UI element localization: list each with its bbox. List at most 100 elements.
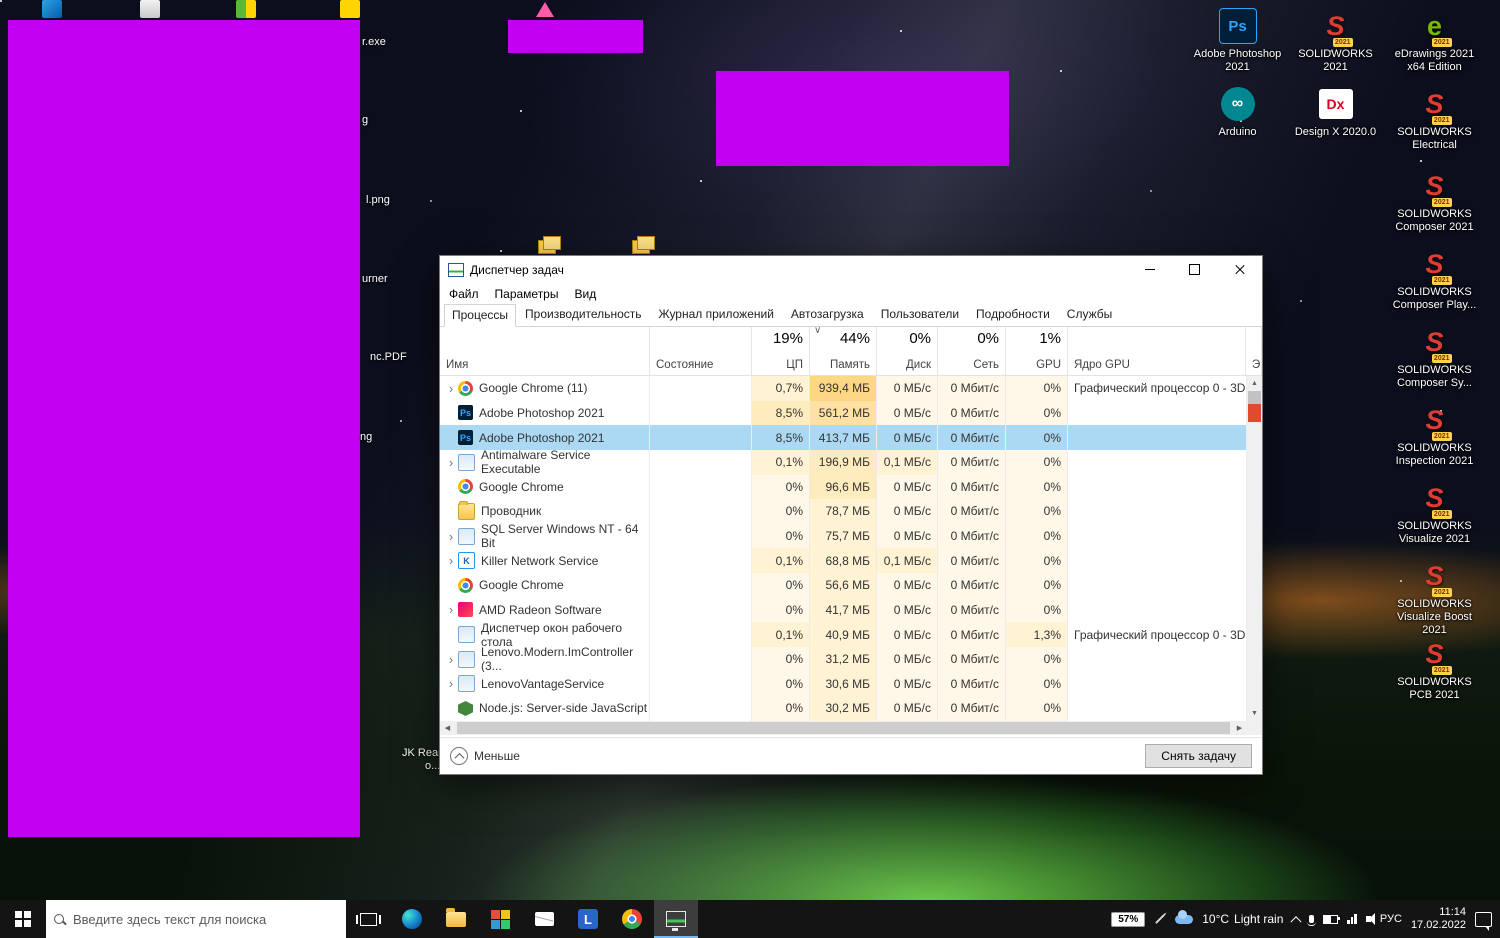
taskbar-chrome[interactable] — [610, 900, 654, 938]
taskbar-task-manager[interactable] — [654, 900, 698, 938]
taskbar-search[interactable] — [46, 900, 346, 938]
process-name-cell[interactable]: › SQL Server Windows NT - 64 Bit — [440, 523, 650, 549]
menu-view[interactable]: Вид — [574, 287, 596, 301]
process-row[interactable]: › Google Chrome (11) 0,7% 939,4 МБ 0 МБ/… — [440, 376, 1247, 401]
volume-icon[interactable] — [1365, 913, 1375, 925]
desktop-icon-designx[interactable]: Dx Design X 2020.0 — [1288, 84, 1383, 139]
process-name-cell[interactable]: › LenovoVantageService — [440, 671, 650, 697]
process-row[interactable]: › LenovoVantageService 0% 30,6 МБ 0 МБ/с… — [440, 671, 1247, 697]
search-input[interactable] — [71, 910, 338, 928]
top-desktop-icon-4[interactable] — [340, 0, 360, 18]
process-name-cell[interactable]: Диспетчер окон рабочего стола — [440, 622, 650, 647]
end-task-button[interactable]: Снять задачу — [1145, 744, 1252, 768]
process-row[interactable]: Google Chrome 0% 96,6 МБ 0 МБ/с 0 Мбит/с… — [440, 474, 1247, 500]
process-row[interactable]: › K Killer Network Service 0,1% 68,8 МБ … — [440, 548, 1247, 573]
menu-options[interactable]: Параметры — [495, 287, 559, 301]
tab-users[interactable]: Пользователи — [873, 303, 967, 326]
desktop-icon-solidworks[interactable]: S 2021 SOLIDWORKS 2021 — [1288, 6, 1383, 74]
minimize-button[interactable] — [1127, 256, 1172, 283]
menu-file[interactable]: Файл — [449, 287, 479, 301]
expand-arrow-icon[interactable]: › — [444, 381, 458, 396]
pen-icon[interactable] — [1155, 914, 1166, 924]
desktop-icon-edrawings[interactable]: e 2021 eDrawings 2021 x64 Edition — [1387, 6, 1482, 74]
column-header-name[interactable]: Имя — [440, 327, 650, 375]
column-header-power-cut[interactable]: Э — [1246, 327, 1262, 375]
taskbar-lenovo-vantage[interactable]: L — [566, 900, 610, 938]
expand-arrow-icon[interactable]: › — [444, 553, 458, 568]
scroll-left-icon[interactable]: ◀ — [440, 721, 455, 735]
scroll-up-icon[interactable]: ▲ — [1247, 376, 1262, 391]
vertical-scrollbar[interactable]: ▲ ▼ — [1247, 376, 1262, 721]
process-row[interactable]: › Antimalware Service Executable 0,1% 19… — [440, 449, 1247, 475]
tray-chevron-up-icon[interactable] — [1290, 916, 1303, 928]
maximize-button[interactable] — [1172, 256, 1217, 283]
column-header-network[interactable]: 0% Сеть — [938, 327, 1006, 375]
tab-app-history[interactable]: Журнал приложений — [651, 303, 782, 326]
start-button[interactable] — [0, 900, 46, 938]
column-header-memory[interactable]: ∨ 44% Память — [810, 325, 877, 375]
desktop-icon-arduino[interactable]: ∞ Arduino — [1190, 84, 1285, 139]
process-name-cell[interactable]: Node.js: Server-side JavaScript — [440, 696, 650, 721]
tab-details[interactable]: Подробности — [968, 303, 1058, 326]
desktop-icon-photoshop[interactable]: Ps Adobe Photoshop 2021 — [1190, 6, 1285, 74]
horizontal-scroll-thumb[interactable] — [457, 722, 1230, 734]
weather-widget[interactable]: 10°C Light rain — [1202, 912, 1283, 926]
language-indicator[interactable]: РУС — [1380, 913, 1402, 925]
process-row[interactable]: Диспетчер окон рабочего стола 0,1% 40,9 … — [440, 622, 1247, 647]
top-desktop-icon-1[interactable] — [42, 0, 62, 18]
yellow-windows-icon[interactable] — [538, 236, 561, 254]
column-header-disk[interactable]: 0% Диск — [877, 327, 938, 375]
column-header-gpu[interactable]: 1% GPU — [1006, 327, 1068, 375]
expand-arrow-icon[interactable]: › — [444, 455, 458, 470]
tab-startup[interactable]: Автозагрузка — [783, 303, 872, 326]
tab-services[interactable]: Службы — [1059, 303, 1120, 326]
process-name-cell[interactable]: Google Chrome — [440, 474, 650, 500]
desktop-icon-sw-composer-sync[interactable]: S 2021 SOLIDWORKS Composer Sy... — [1387, 322, 1482, 390]
top-desktop-icon-2[interactable] — [140, 0, 160, 18]
battery-percent-widget[interactable]: 57% — [1111, 911, 1146, 927]
process-name-cell[interactable]: Ps Adobe Photoshop 2021 — [440, 425, 650, 450]
prism-icon[interactable] — [536, 2, 554, 17]
expand-arrow-icon[interactable]: › — [444, 676, 458, 691]
scroll-down-icon[interactable]: ▼ — [1247, 706, 1262, 721]
expand-arrow-icon[interactable]: › — [444, 652, 458, 667]
desktop-icon-sw-electrical[interactable]: S 2021 SOLIDWORKS Electrical — [1387, 84, 1482, 152]
desktop-icon-sw-visualize-boost[interactable]: S 2021 SOLIDWORKS Visualize Boost 2021 — [1387, 556, 1482, 637]
microphone-icon[interactable] — [1307, 915, 1317, 926]
process-name-cell[interactable]: Ps Adobe Photoshop 2021 — [440, 400, 650, 426]
weather-cloud-icon[interactable] — [1175, 909, 1194, 924]
fewer-details-button[interactable]: Меньше — [450, 747, 520, 765]
top-desktop-icon-3[interactable] — [236, 0, 256, 18]
process-row[interactable]: Ps Adobe Photoshop 2021 8,5% 561,2 МБ 0 … — [440, 400, 1247, 426]
taskbar-file-explorer[interactable] — [434, 900, 478, 938]
desktop-icon-sw-visualize[interactable]: S 2021 SOLIDWORKS Visualize 2021 — [1387, 478, 1482, 546]
process-name-cell[interactable]: › AMD Radeon Software — [440, 597, 650, 623]
process-name-cell[interactable]: › Antimalware Service Executable — [440, 449, 650, 475]
process-name-cell[interactable]: Google Chrome — [440, 573, 650, 598]
desktop-icon-sw-composer[interactable]: S 2021 SOLIDWORKS Composer 2021 — [1387, 166, 1482, 234]
process-name-cell[interactable]: › Lenovo.Modern.ImController (3... — [440, 646, 650, 672]
process-row[interactable]: Ps Adobe Photoshop 2021 8,5% 413,7 МБ 0 … — [440, 425, 1247, 450]
expand-arrow-icon[interactable]: › — [444, 529, 458, 544]
vertical-scroll-thumb[interactable] — [1248, 391, 1261, 404]
yellow-windows-icon[interactable] — [632, 236, 655, 254]
process-row[interactable]: Google Chrome 0% 56,6 МБ 0 МБ/с 0 Мбит/с… — [440, 573, 1247, 598]
tab-performance[interactable]: Производительность — [517, 303, 649, 326]
desktop-icon-sw-pcb[interactable]: S 2021 SOLIDWORKS PCB 2021 — [1387, 634, 1482, 702]
taskbar-mail[interactable] — [522, 900, 566, 938]
desktop-icon-sw-inspection[interactable]: S 2021 SOLIDWORKS Inspection 2021 — [1387, 400, 1482, 468]
column-header-status[interactable]: Состояние — [650, 327, 752, 375]
process-row[interactable]: › SQL Server Windows NT - 64 Bit 0% 75,7… — [440, 523, 1247, 549]
battery-icon[interactable] — [1323, 914, 1341, 924]
process-name-cell[interactable]: › K Killer Network Service — [440, 548, 650, 573]
process-row[interactable]: Node.js: Server-side JavaScript 0% 30,2 … — [440, 696, 1247, 721]
clock[interactable]: 11:14 17.02.2022 — [1411, 906, 1466, 932]
process-name-cell[interactable]: › Google Chrome (11) — [440, 376, 650, 401]
taskbar-app-grid[interactable] — [478, 900, 522, 938]
close-button[interactable] — [1217, 256, 1262, 283]
scroll-right-icon[interactable]: ▶ — [1232, 721, 1247, 735]
expand-arrow-icon[interactable]: › — [444, 602, 458, 617]
notification-center-icon[interactable] — [1475, 911, 1492, 931]
horizontal-scrollbar[interactable]: ◀ ▶ — [440, 721, 1262, 735]
taskbar-edge[interactable] — [390, 900, 434, 938]
